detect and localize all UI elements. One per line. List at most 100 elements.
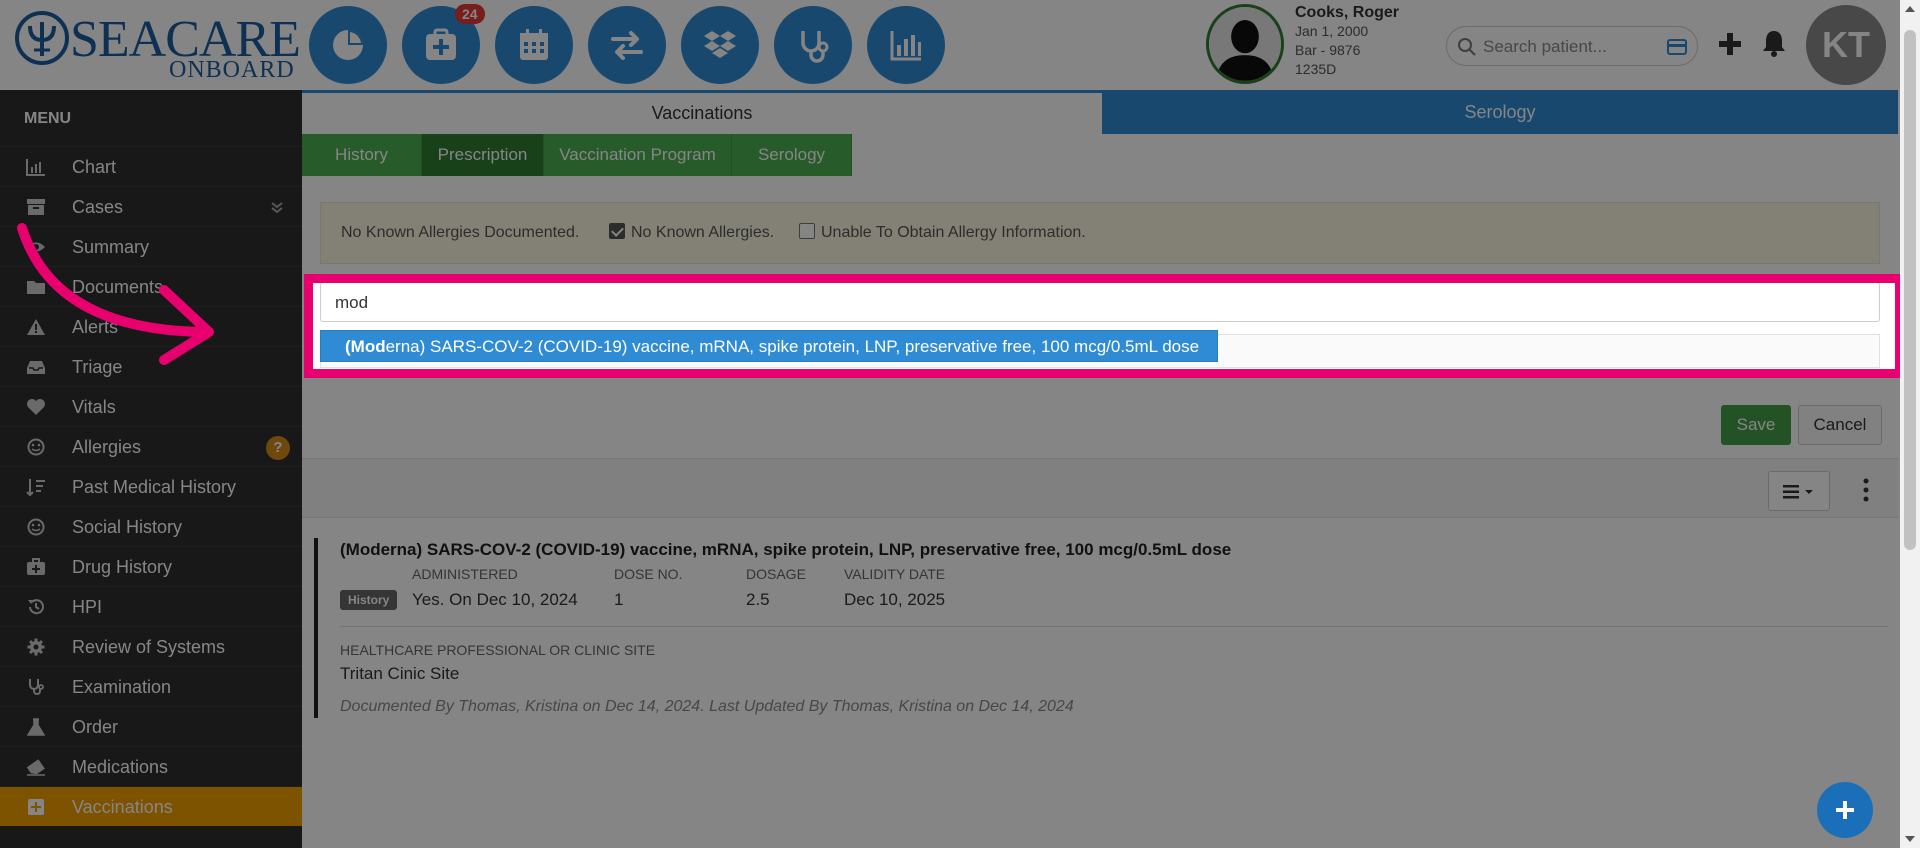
sidebar-item-documents[interactable]: Documents bbox=[0, 266, 302, 306]
patient-name: Cooks, Roger bbox=[1295, 4, 1400, 21]
page-scrollbar[interactable] bbox=[1900, 0, 1920, 848]
vaccination-record[interactable]: (Moderna) SARS-COV-2 (COVID-19) vaccine,… bbox=[314, 538, 1894, 718]
more-options-icon[interactable] bbox=[1862, 477, 1870, 503]
scroll-up-arrow-icon[interactable] bbox=[1905, 6, 1915, 12]
unable-to-obtain-checkbox[interactable] bbox=[799, 223, 815, 239]
stethoscope-icon bbox=[801, 31, 829, 63]
nav-calendar-button[interactable] bbox=[495, 6, 573, 84]
stethoscope-icon bbox=[29, 679, 44, 695]
validity-date-header: VALIDITY DATE bbox=[844, 566, 946, 582]
sort-icon bbox=[26, 479, 45, 496]
tab-vaccinations[interactable]: Vaccinations bbox=[302, 90, 1102, 134]
no-known-allergies-checkbox[interactable] bbox=[609, 223, 625, 239]
cancel-button[interactable]: Cancel bbox=[1798, 405, 1882, 445]
record-list-toolbar bbox=[302, 458, 1898, 518]
sidebar-item-summary[interactable]: Summary bbox=[0, 226, 302, 266]
bar-chart-icon bbox=[890, 31, 921, 61]
clinic-site-value: Tritan Cinic Site bbox=[340, 664, 460, 683]
id-card-icon[interactable] bbox=[1667, 39, 1687, 55]
dosage-value: 2.5 bbox=[746, 590, 770, 609]
sidebar-item-chart[interactable]: Chart bbox=[0, 146, 302, 186]
sidebar-item-label: Vitals bbox=[72, 397, 116, 417]
top-bar: SEACARE ONBOARD 24 Cooks, Roger Jan 1, 2… bbox=[0, 0, 1900, 90]
calendar-icon bbox=[520, 29, 548, 60]
unable-to-obtain-label: Unable To Obtain Allergy Information. bbox=[821, 224, 1086, 241]
subtab-vaccination-program[interactable]: Vaccination Program bbox=[544, 134, 732, 176]
sidebar-item-label: Alerts bbox=[72, 317, 119, 337]
no-known-allergies-label: No Known Allergies. bbox=[631, 224, 775, 241]
search-input[interactable] bbox=[1483, 35, 1653, 59]
dropbox-icon bbox=[704, 31, 736, 58]
subtab-prescription[interactable]: Prescription bbox=[422, 134, 544, 176]
medkit-icon bbox=[27, 558, 45, 575]
record-title: (Moderna) SARS-COV-2 (COVID-19) vaccine,… bbox=[340, 540, 1232, 559]
subtab-serology[interactable]: Serology bbox=[732, 134, 852, 176]
sidebar-item-alerts[interactable]: Alerts bbox=[0, 306, 302, 346]
medical-plus-icon bbox=[426, 28, 456, 60]
folder-icon bbox=[27, 281, 45, 294]
nav-statistics-button[interactable] bbox=[867, 6, 945, 84]
patient-info[interactable]: Cooks, Roger Jan 1, 2000 Bar - 9876 1235… bbox=[1295, 3, 1399, 79]
sidebar-item-allergies[interactable]: Allergies ? bbox=[0, 426, 302, 466]
brand-subtitle: ONBOARD bbox=[169, 57, 295, 83]
nav-chart-button[interactable] bbox=[309, 6, 387, 84]
sidebar-item-review-of-systems[interactable]: Review of Systems bbox=[0, 626, 302, 666]
patient-search[interactable] bbox=[1446, 26, 1698, 66]
list-view-dropdown[interactable] bbox=[1768, 471, 1830, 511]
scroll-down-arrow-icon[interactable] bbox=[1905, 836, 1915, 842]
bar-chart-icon bbox=[26, 159, 45, 176]
sidebar-item-drug-history[interactable]: Drug History bbox=[0, 546, 302, 586]
save-button[interactable]: Save bbox=[1721, 405, 1791, 445]
user-avatar[interactable]: KT bbox=[1806, 5, 1886, 85]
sidebar-item-label: Documents bbox=[72, 277, 164, 297]
trident-logo-icon bbox=[15, 11, 69, 65]
scroll-thumb[interactable] bbox=[1904, 30, 1916, 550]
sidebar-item-social-history[interactable]: Social History bbox=[0, 506, 302, 546]
sidebar-item-cases[interactable]: Cases bbox=[0, 186, 302, 226]
sidebar-item-past-medical-history[interactable]: Past Medical History bbox=[0, 466, 302, 506]
chevron-double-down-icon[interactable] bbox=[270, 201, 284, 215]
sidebar-item-label: Order bbox=[72, 717, 119, 737]
tutorial-highlight-box bbox=[304, 274, 1904, 378]
add-icon[interactable] bbox=[1716, 30, 1744, 58]
plus-icon bbox=[1836, 801, 1854, 819]
administered-header: ADMINISTERED bbox=[412, 566, 518, 582]
administered-value: Yes. On Dec 10, 2024 bbox=[412, 590, 578, 609]
allergies-help-badge[interactable]: ? bbox=[266, 436, 290, 460]
patient-avatar[interactable] bbox=[1206, 4, 1284, 84]
search-icon bbox=[1458, 38, 1476, 56]
seacare-logo[interactable]: SEACARE ONBOARD bbox=[14, 8, 301, 83]
sidebar-item-triage[interactable]: Triage bbox=[0, 346, 302, 386]
sidebar-item-label: Review of Systems bbox=[72, 637, 226, 657]
smile-icon bbox=[27, 438, 45, 456]
allergy-status-bar: No Known Allergies Documented. No Known … bbox=[320, 202, 1880, 264]
sidebar-item-vaccinations[interactable]: Vaccinations bbox=[0, 786, 302, 826]
history-badge: History bbox=[340, 590, 398, 610]
flask-icon bbox=[26, 718, 46, 736]
section-tabs: Vaccinations Serology bbox=[302, 90, 1898, 134]
sidebar-item-order[interactable]: Order bbox=[0, 706, 302, 746]
sidebar-item-label: HPI bbox=[72, 597, 103, 617]
bell-icon[interactable] bbox=[1760, 28, 1788, 58]
sidebar-item-label: Chart bbox=[72, 157, 117, 177]
dosage-header: DOSAGE bbox=[746, 566, 806, 582]
dose-no-value: 1 bbox=[614, 590, 624, 609]
tab-serology[interactable]: Serology bbox=[1102, 90, 1898, 134]
nav-exchange-button[interactable] bbox=[588, 6, 666, 84]
subtab-history[interactable]: History bbox=[302, 134, 422, 176]
add-record-fab[interactable] bbox=[1817, 782, 1873, 838]
list-icon bbox=[1783, 485, 1813, 499]
sidebar-item-vitals[interactable]: Vitals bbox=[0, 386, 302, 426]
notification-count-badge: 24 bbox=[455, 4, 485, 24]
eraser-icon bbox=[26, 759, 45, 776]
sidebar-item-label: Medications bbox=[72, 757, 169, 777]
sidebar-item-examination[interactable]: Examination bbox=[0, 666, 302, 706]
sidebar-item-label: Triage bbox=[72, 357, 123, 377]
sidebar-item-medications[interactable]: Medications bbox=[0, 746, 302, 786]
nav-dropbox-button[interactable] bbox=[681, 6, 759, 84]
nav-stethoscope-button[interactable] bbox=[774, 6, 852, 84]
sidebar-item-label: Social History bbox=[72, 517, 183, 537]
history-icon bbox=[28, 599, 44, 615]
sidebar-item-label: Examination bbox=[72, 677, 172, 697]
sidebar-item-hpi[interactable]: HPI bbox=[0, 586, 302, 626]
